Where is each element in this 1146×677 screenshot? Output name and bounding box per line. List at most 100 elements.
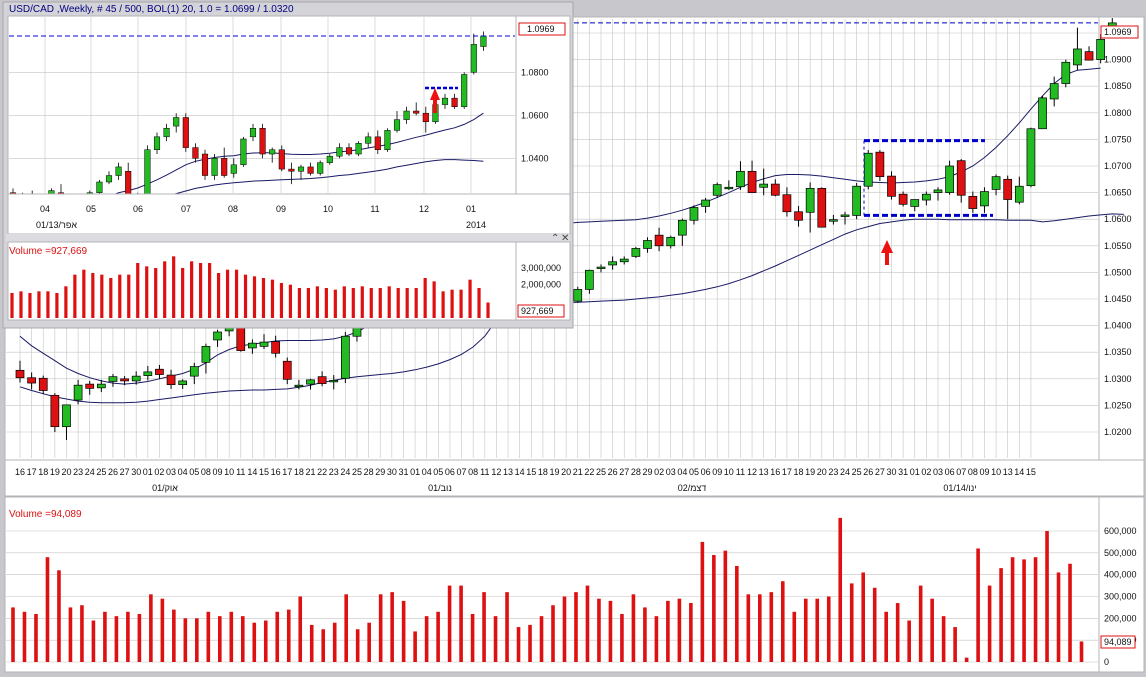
volume-bar bbox=[574, 592, 578, 662]
inset-candle-down bbox=[192, 147, 199, 159]
volume-bar bbox=[252, 622, 257, 662]
main-x-tick: 03 bbox=[933, 467, 943, 477]
main-x-tick: 23 bbox=[329, 467, 339, 477]
inset-x-tick: 09 bbox=[276, 204, 286, 214]
volume-y-tick: 0 bbox=[1104, 657, 1109, 667]
candle-up bbox=[608, 261, 617, 266]
candle-down bbox=[887, 175, 896, 197]
main-x-tick: 05 bbox=[189, 467, 199, 477]
main-x-tick: 31 bbox=[898, 467, 908, 477]
inset-left-date: 01/13/אפר bbox=[36, 220, 77, 230]
volume-bar bbox=[436, 611, 440, 662]
candle-down bbox=[271, 341, 280, 354]
main-x-tick: 16 bbox=[770, 467, 780, 477]
main-x-tick: 30 bbox=[131, 467, 141, 477]
volume-bar bbox=[953, 627, 957, 662]
candle-up bbox=[306, 379, 315, 385]
inset-candle-down bbox=[374, 136, 381, 150]
volume-bar bbox=[91, 620, 96, 662]
main-y-tick: 1.0200 bbox=[1104, 427, 1132, 437]
inset-candle-down bbox=[182, 117, 189, 148]
volume-bar bbox=[666, 600, 670, 662]
candle-up bbox=[631, 248, 641, 257]
volume-bar bbox=[654, 616, 659, 662]
candle-up bbox=[677, 219, 687, 236]
candle-down bbox=[282, 360, 292, 380]
candle-up bbox=[1073, 48, 1082, 66]
inset-volume-bar bbox=[477, 288, 481, 318]
inset-candle-up bbox=[470, 44, 477, 73]
candle-up bbox=[329, 380, 339, 383]
candle-up bbox=[1038, 97, 1047, 130]
inset-candle-down bbox=[259, 127, 266, 155]
volume-bar bbox=[803, 598, 808, 662]
candle-down bbox=[817, 187, 827, 228]
main-x-tick: 13 bbox=[1003, 467, 1013, 477]
candle-up bbox=[73, 384, 83, 401]
volume-bar bbox=[677, 598, 682, 662]
candle-down bbox=[782, 194, 792, 213]
volume-bar bbox=[126, 611, 130, 662]
inset-x-tick: 05 bbox=[86, 204, 96, 214]
inset-splitter[interactable] bbox=[6, 234, 570, 242]
main-x-tick: 09 bbox=[712, 467, 722, 477]
volume-bar bbox=[712, 555, 716, 662]
inset-candle-up bbox=[163, 127, 170, 138]
main-y-tick: 1.0350 bbox=[1104, 347, 1132, 357]
main-x-tick: 25 bbox=[596, 467, 606, 477]
volume-bar bbox=[884, 611, 888, 662]
volume-bar bbox=[585, 585, 590, 662]
candle-up bbox=[805, 187, 815, 213]
volume-bar bbox=[689, 603, 693, 662]
main-month-label: 01/נוב bbox=[428, 483, 452, 493]
candle-up bbox=[1014, 185, 1024, 203]
candle-up bbox=[596, 266, 606, 269]
candle-down bbox=[794, 211, 803, 221]
inset-volume-bar bbox=[360, 286, 364, 318]
main-y-tick: 1.0850 bbox=[1104, 81, 1132, 91]
candle-down bbox=[1003, 178, 1013, 200]
inset-volume-bar bbox=[100, 274, 104, 318]
inset-volume-bar bbox=[279, 283, 284, 318]
candle-up bbox=[701, 199, 710, 207]
candle-down bbox=[38, 377, 48, 391]
inset-candle-up bbox=[480, 35, 487, 47]
main-x-tick: 21 bbox=[573, 467, 583, 477]
main-x-tick: 12 bbox=[491, 467, 501, 477]
main-x-tick: 20 bbox=[561, 467, 571, 477]
inset-last-label: 1.0969 bbox=[527, 24, 555, 34]
main-x-tick: 19 bbox=[50, 467, 60, 477]
main-x-tick: 23 bbox=[828, 467, 838, 477]
candle-down bbox=[166, 374, 176, 386]
volume-bar bbox=[482, 592, 486, 662]
candle-up bbox=[62, 404, 71, 428]
main-x-tick: 13 bbox=[759, 467, 769, 477]
volume-bar bbox=[539, 616, 544, 662]
main-y-tick: 1.0400 bbox=[1104, 321, 1132, 331]
volume-bar bbox=[493, 616, 498, 662]
volume-y-tick: 300,000 bbox=[1104, 592, 1137, 602]
volume-bar bbox=[758, 594, 762, 662]
main-y-tick: 1.0300 bbox=[1104, 374, 1132, 384]
inset-plot-area bbox=[7, 15, 517, 195]
volume-bar bbox=[976, 548, 980, 662]
inset-volume-bar bbox=[225, 269, 230, 318]
volume-bar bbox=[114, 616, 119, 662]
inset-volume-bar bbox=[369, 288, 373, 318]
candle-up bbox=[585, 269, 594, 290]
volume-bar bbox=[206, 611, 211, 662]
main-x-tick: 06 bbox=[445, 467, 455, 477]
volume-bar bbox=[872, 587, 877, 662]
candle-up bbox=[724, 186, 734, 190]
inset-candle-up bbox=[403, 110, 410, 120]
volume-bar bbox=[275, 611, 280, 662]
volume-bar bbox=[620, 613, 624, 662]
main-x-tick: 12 bbox=[747, 467, 757, 477]
volume-bar bbox=[838, 517, 843, 662]
main-x-tick: 02 bbox=[921, 467, 931, 477]
inset-volume-bar bbox=[423, 278, 427, 318]
main-y-tick: 1.0500 bbox=[1104, 267, 1132, 277]
inset-volume-bar bbox=[64, 286, 68, 318]
main-y-tick: 1.0700 bbox=[1104, 161, 1132, 171]
main-x-tick: 24 bbox=[340, 467, 350, 477]
